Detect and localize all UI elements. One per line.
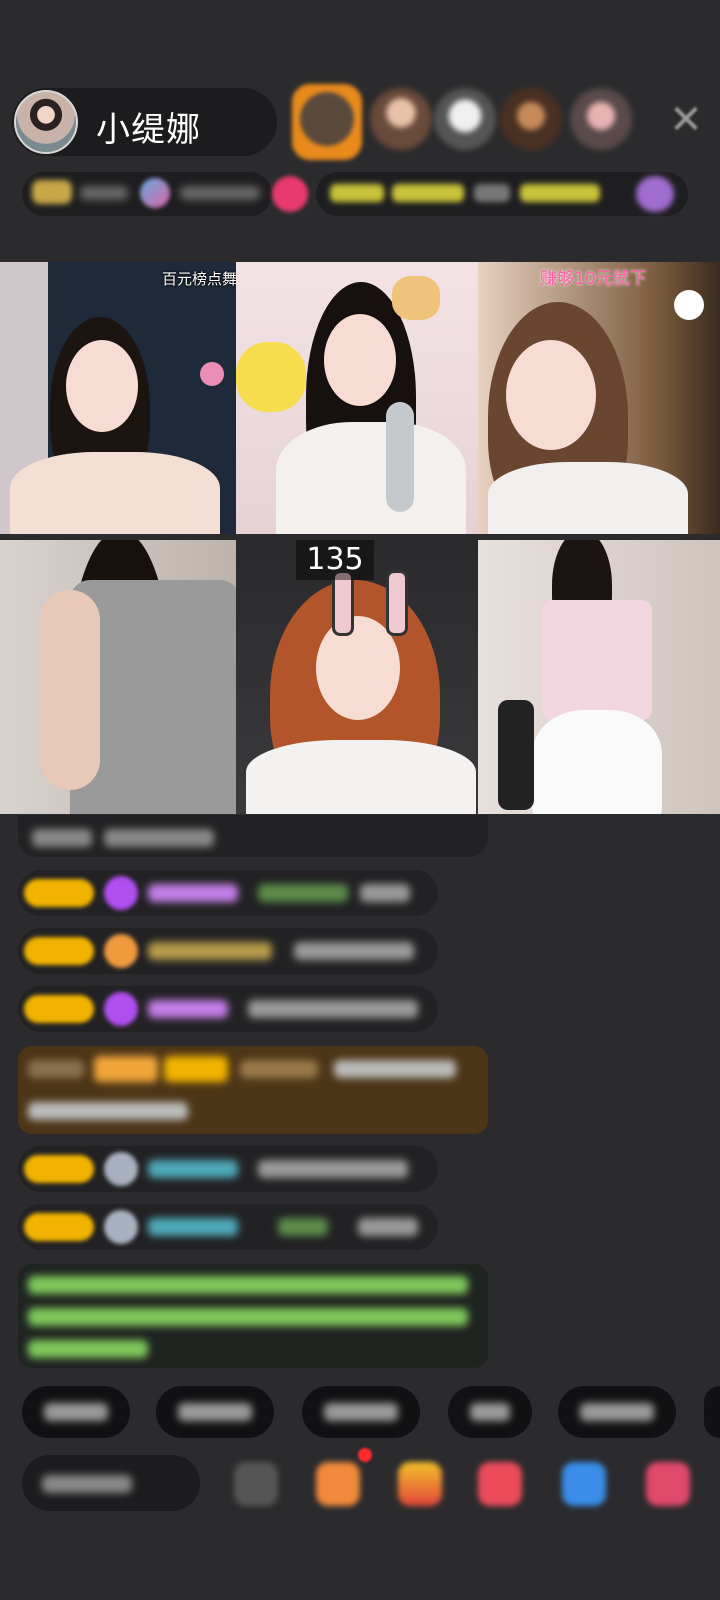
notification-dot (358, 1448, 372, 1462)
chat-message-3[interactable] (18, 986, 438, 1032)
video-tile-2[interactable] (236, 262, 478, 534)
emoji-icon[interactable] (234, 1462, 278, 1506)
gift-box-icon[interactable] (316, 1462, 360, 1506)
badge-blur-text-2 (180, 186, 260, 200)
video-tile-4[interactable] (0, 540, 236, 814)
badge-icon-2 (140, 178, 170, 208)
video-tile-1[interactable]: 百元榜点舞 (0, 262, 236, 534)
level-badge (24, 1155, 94, 1183)
treasure-icon[interactable] (398, 1462, 442, 1506)
gray-badge-text (474, 184, 510, 202)
level-badge (24, 879, 94, 907)
tile-caption-3: 赚够10元就下 (540, 269, 647, 289)
chat-input[interactable] (22, 1455, 200, 1511)
video-tile-5[interactable] (236, 540, 478, 814)
quick-reply-3[interactable] (302, 1386, 420, 1438)
system-notice-message (18, 1264, 488, 1368)
badge-icon-1 (32, 180, 72, 204)
host-avatar[interactable] (14, 90, 78, 154)
close-icon[interactable]: ✕ (664, 98, 708, 142)
top-viewer-avatar-1[interactable] (292, 84, 362, 160)
chat-message-highlight[interactable] (18, 1046, 488, 1134)
pk-score: 135 (296, 540, 374, 580)
host-name: 小缇娜 (96, 110, 201, 150)
yellow-badge-text (330, 184, 384, 202)
pink-badge-icon[interactable] (272, 176, 308, 212)
level-badge (24, 995, 94, 1023)
user-avatar-icon (104, 1210, 138, 1244)
chat-message-4[interactable] (18, 1146, 438, 1192)
more-icon[interactable] (646, 1462, 690, 1506)
chat-message-5[interactable] (18, 1204, 438, 1250)
quick-reply-2[interactable] (156, 1386, 274, 1438)
user-avatar-icon (104, 1152, 138, 1186)
diamond-icon (104, 992, 138, 1026)
video-tile-6[interactable] (478, 540, 720, 814)
chat-message-partial (18, 815, 488, 857)
chat-message-1[interactable] (18, 870, 438, 916)
diamond-icon (104, 876, 138, 910)
quick-reply-1[interactable] (22, 1386, 130, 1438)
yellow-badge-text-2 (392, 184, 464, 202)
yellow-badge-text-3 (520, 184, 600, 202)
game-icon[interactable] (562, 1462, 606, 1506)
top-viewer-avatar-3[interactable] (434, 88, 496, 150)
quick-reply-4[interactable] (448, 1386, 532, 1438)
video-tile-3[interactable]: 赚够10元就下 (478, 262, 720, 534)
purple-badge-icon[interactable] (636, 176, 674, 212)
tile-caption-1: 百元榜点舞 (162, 270, 236, 288)
badge-blur-text (80, 186, 128, 200)
chat-message-2[interactable] (18, 928, 438, 974)
quick-reply-6[interactable] (704, 1386, 720, 1438)
level-badge (24, 937, 94, 965)
host-info-pill[interactable]: 小缇娜 (12, 88, 277, 156)
top-viewer-avatar-5[interactable] (570, 88, 632, 150)
heart-icon[interactable] (478, 1462, 522, 1506)
gift-icon (104, 934, 138, 968)
level-badge (24, 1213, 94, 1241)
top-viewer-avatar-2[interactable] (370, 88, 432, 150)
quick-reply-5[interactable] (558, 1386, 676, 1438)
top-viewer-avatar-4[interactable] (500, 88, 562, 150)
